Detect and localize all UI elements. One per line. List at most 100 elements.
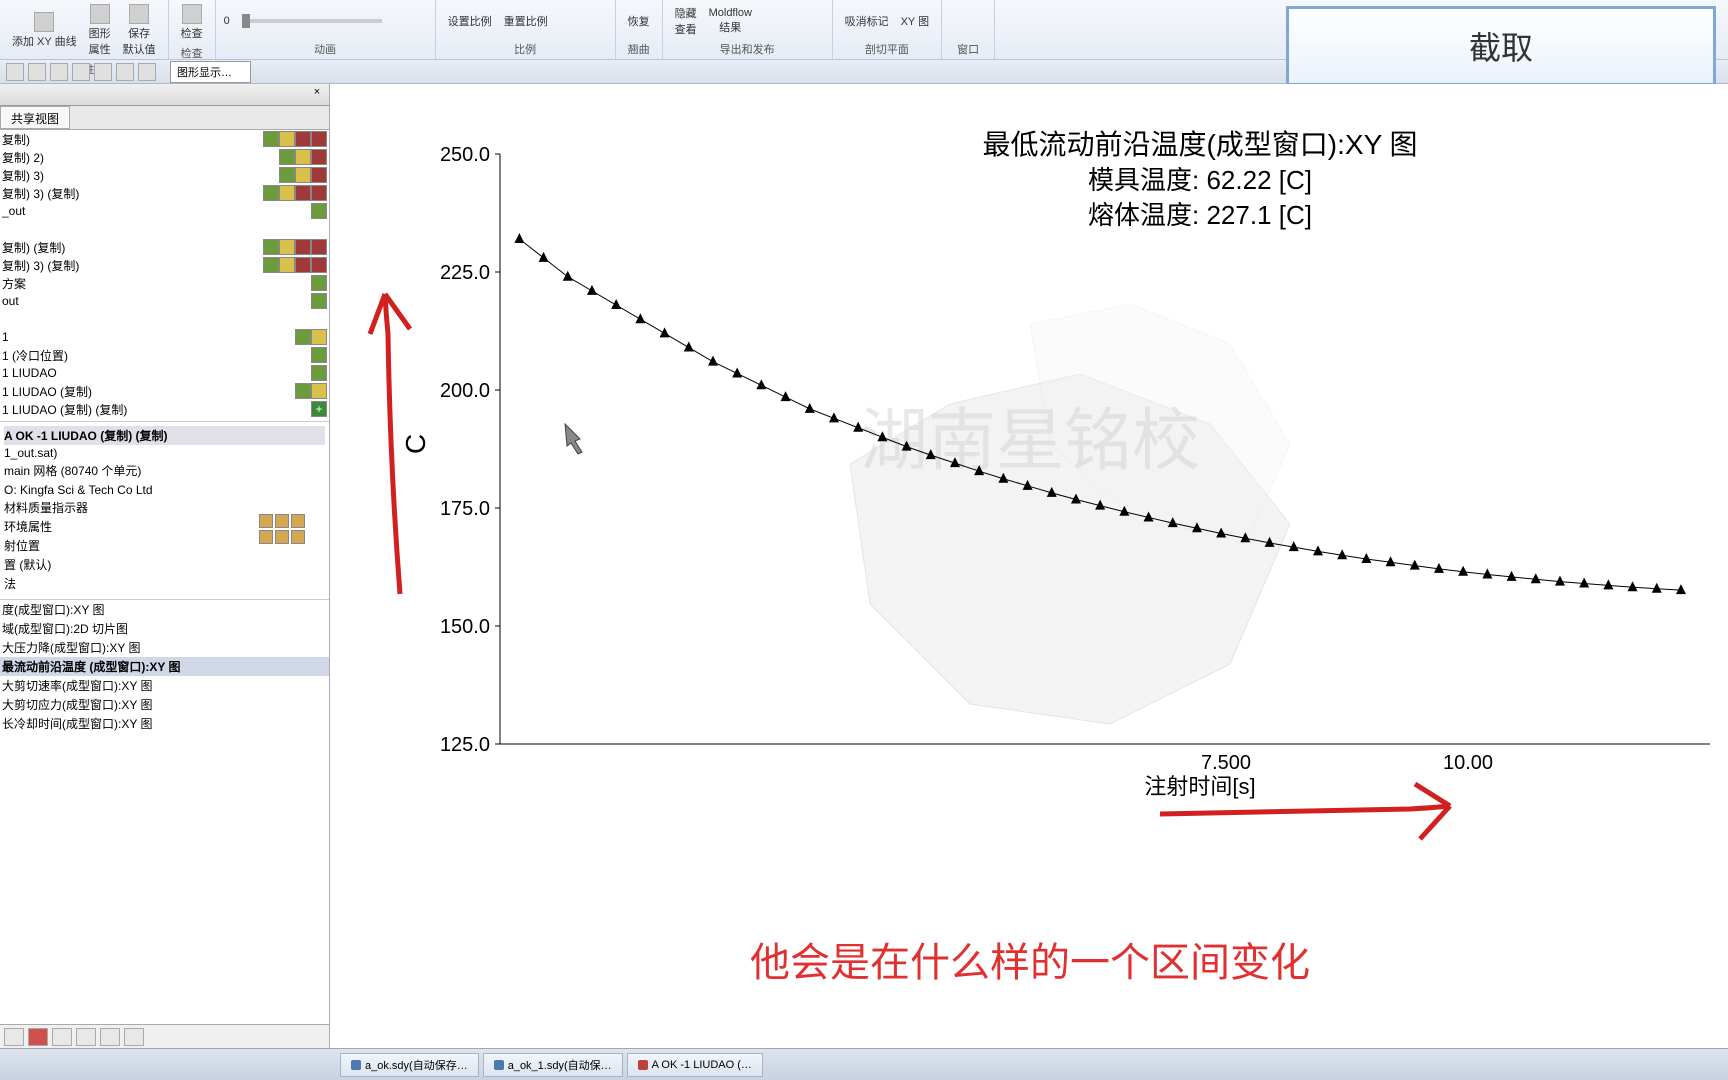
layer-label: 方案 (2, 275, 311, 292)
layer-row[interactable]: 1 LIUDAO (0, 364, 329, 382)
layer-toggle-icon[interactable] (311, 203, 327, 219)
layer-toggle-icon[interactable] (311, 131, 327, 147)
set-scale-button[interactable]: 设置比例 (444, 11, 496, 31)
layer-toggle-icon[interactable] (311, 347, 327, 363)
layer-row[interactable]: 复制) (复制) (0, 238, 329, 256)
layer-toggle-icon[interactable] (279, 257, 295, 273)
layer-toggle-icon[interactable] (295, 131, 311, 147)
animation-slider[interactable] (242, 19, 382, 23)
layer-row[interactable]: 1 LIUDAO (复制) (0, 382, 329, 400)
lt-layer-icon[interactable] (52, 1028, 72, 1046)
result-list[interactable]: 度(成型窗口):XY 图域(成型窗口):2D 切片图大压力降(成型窗口):XY … (0, 599, 329, 733)
layer-toggle-icon[interactable] (311, 239, 327, 255)
layer-toggle-icon[interactable] (311, 275, 327, 291)
layer-toggle-icon[interactable] (263, 131, 279, 147)
layer-row[interactable] (0, 220, 329, 238)
layer-row[interactable] (0, 310, 329, 328)
graphics-button[interactable]: 图形属性 (85, 2, 115, 59)
layer-toggle-icon[interactable] (263, 185, 279, 201)
restore-button[interactable]: 恢复 (624, 11, 654, 31)
moldflow-button[interactable]: Moldflow结果 (705, 5, 756, 37)
reset-scale-button[interactable]: 重置比例 (500, 11, 552, 31)
layer-toggle-icon[interactable] (311, 257, 327, 273)
lt-new-icon[interactable] (4, 1028, 24, 1046)
layer-toggle-icon[interactable] (279, 131, 295, 147)
lt-expand-icon[interactable] (124, 1028, 144, 1046)
layer-row[interactable]: out (0, 292, 329, 310)
layer-toggle-icon[interactable] (295, 185, 311, 201)
result-row[interactable]: 大剪切速率(成型窗口):XY 图 (0, 676, 329, 695)
mini-icon[interactable] (275, 530, 289, 544)
layer-toggle-icon[interactable]: + (311, 401, 327, 417)
qat-zoom-icon[interactable] (138, 63, 156, 81)
check-button[interactable]: 检查 (177, 2, 207, 43)
qat-print-icon[interactable] (116, 63, 134, 81)
result-row[interactable]: 长冷却时间(成型窗口):XY 图 (0, 714, 329, 733)
qat-refresh-icon[interactable] (94, 63, 112, 81)
add-xy-button[interactable]: 添加 XY 曲线 (8, 10, 81, 51)
task-item[interactable]: a_ok_1.sdy(自动保… (483, 1053, 623, 1077)
layer-toggle-icon[interactable] (279, 185, 295, 201)
qat-open-icon[interactable] (28, 63, 46, 81)
panel-close-icon[interactable]: × (309, 86, 325, 102)
layer-row[interactable]: _out (0, 202, 329, 220)
xy-chart-button[interactable]: XY 图 (897, 11, 934, 31)
result-row[interactable]: 大压力降(成型窗口):XY 图 (0, 638, 329, 657)
layer-toggle-icon[interactable] (279, 239, 295, 255)
layer-toggle-icon[interactable] (295, 329, 311, 345)
result-row[interactable]: 域(成型窗口):2D 切片图 (0, 619, 329, 638)
mini-icon[interactable] (291, 530, 305, 544)
mini-icon[interactable] (259, 514, 273, 528)
lt-hide-icon[interactable] (100, 1028, 120, 1046)
layer-toggle-icon[interactable] (311, 293, 327, 309)
display-mode-dropdown[interactable]: 图形显示… (170, 61, 251, 83)
result-row[interactable]: 大剪切应力(成型窗口):XY 图 (0, 695, 329, 714)
data-point (611, 299, 621, 309)
task-item[interactable]: a_ok.sdy(自动保存… (340, 1053, 479, 1077)
layer-toggle-icon[interactable] (311, 167, 327, 183)
lt-show-icon[interactable] (76, 1028, 96, 1046)
layer-toggle-icon[interactable] (311, 383, 327, 399)
chart-area[interactable]: 湖南星铭校 最低流动前沿温度(成型窗口):XY 图 模具温度: 62.22 [C… (330, 84, 1728, 1048)
clear-mark-button[interactable]: 吸消标记 (841, 11, 893, 31)
layer-toggle-icon[interactable] (295, 383, 311, 399)
layer-row[interactable]: 方案 (0, 274, 329, 292)
layer-row[interactable]: 1 LIUDAO (复制) (复制)+ (0, 400, 329, 418)
qat-undo-icon[interactable] (50, 63, 68, 81)
save-button[interactable]: 保存默认值 (119, 2, 160, 59)
layer-toggle-icon[interactable] (311, 185, 327, 201)
layer-row[interactable]: 复制) (0, 130, 329, 148)
window-icon[interactable] (950, 13, 966, 29)
layer-row[interactable]: 复制) 3) (复制) (0, 184, 329, 202)
layer-row[interactable]: 复制) 3) (0, 166, 329, 184)
mini-icon[interactable] (291, 514, 305, 528)
layer-row[interactable]: 复制) 3) (复制) (0, 256, 329, 274)
screenshot-button[interactable]: 截取 (1286, 6, 1716, 86)
qat-new-icon[interactable] (6, 63, 24, 81)
layer-toggle-icon[interactable] (295, 257, 311, 273)
layer-toggle-icon[interactable] (311, 149, 327, 165)
layer-toggle-icon[interactable] (311, 365, 327, 381)
layer-toggle-icon[interactable] (311, 329, 327, 345)
mini-icon[interactable] (259, 530, 273, 544)
layer-tree[interactable]: 复制)复制) 2)复制) 3)复制) 3) (复制)_out复制) (复制)复制… (0, 130, 329, 421)
layer-toggle-icon[interactable] (263, 257, 279, 273)
layer-toggle-icon[interactable] (295, 149, 311, 165)
result-row[interactable]: 度(成型窗口):XY 图 (0, 600, 329, 619)
layer-toggle-icon[interactable] (263, 239, 279, 255)
layer-toggle-icon[interactable] (279, 167, 295, 183)
layer-toggle-icon[interactable] (295, 239, 311, 255)
panel-tab-shared[interactable]: 共享视图 (0, 106, 70, 129)
layer-toggle-icon[interactable] (279, 149, 295, 165)
task-item-active[interactable]: A OK -1 LIUDAO (… (627, 1053, 763, 1077)
layer-row[interactable]: 复制) 2) (0, 148, 329, 166)
lt-delete-icon[interactable] (28, 1028, 48, 1046)
hide-button[interactable]: 隐藏查看 (671, 3, 701, 39)
layer-row[interactable]: 1 (0, 328, 329, 346)
window-icon-2[interactable] (970, 13, 986, 29)
layer-row[interactable]: 1 (冷口位置) (0, 346, 329, 364)
layer-toggle-icon[interactable] (295, 167, 311, 183)
qat-redo-icon[interactable] (72, 63, 90, 81)
result-row[interactable]: 最流动前沿温度 (成型窗口):XY 图 (0, 657, 329, 676)
mini-icon[interactable] (275, 514, 289, 528)
